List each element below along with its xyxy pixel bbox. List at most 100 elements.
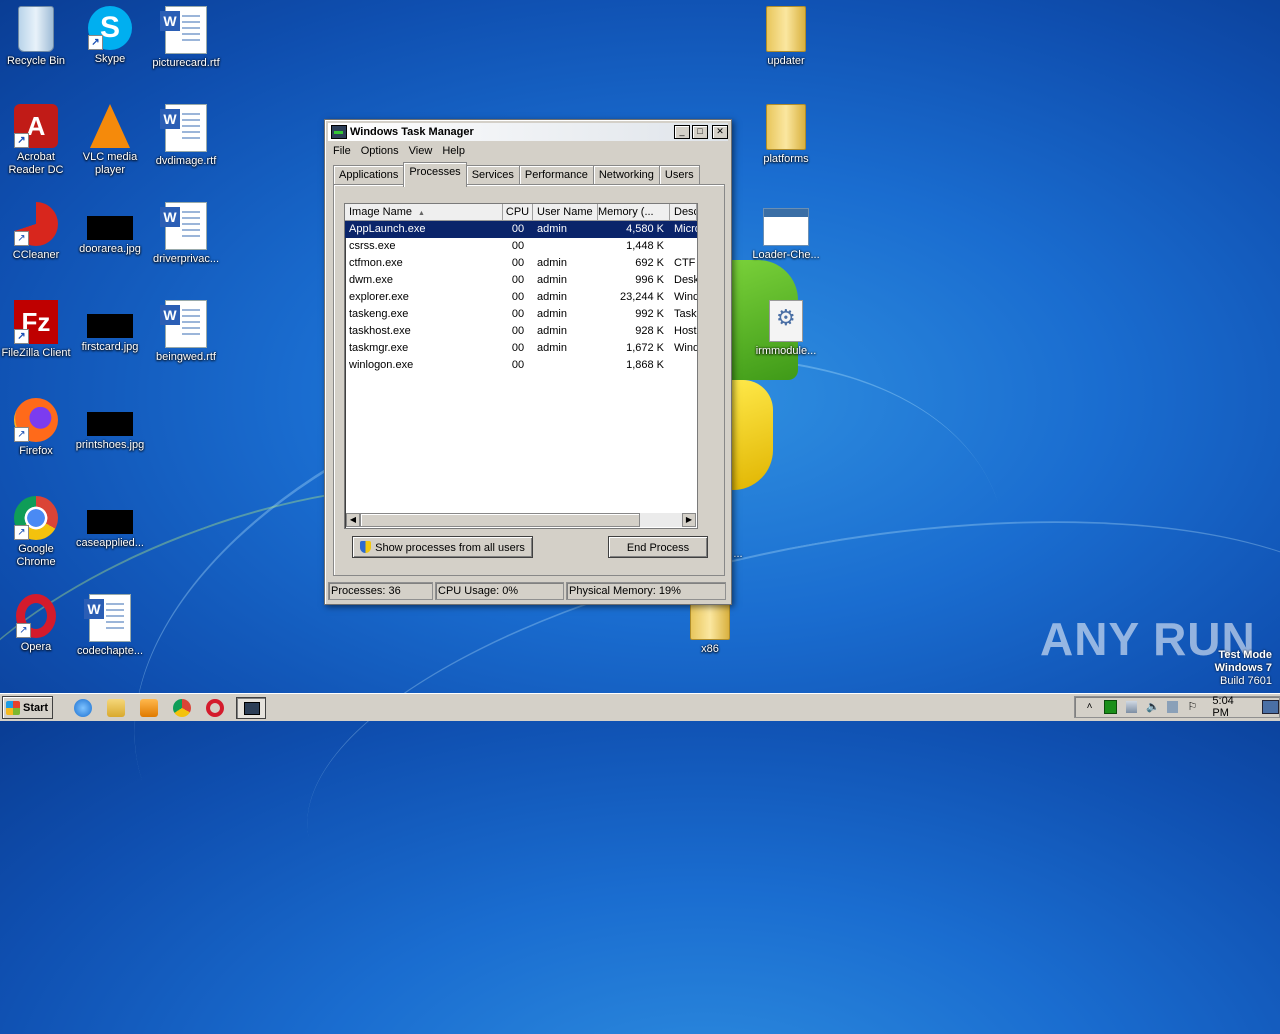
show-desktop-icon[interactable] [1262, 700, 1279, 714]
process-description: Task [674, 308, 697, 320]
desktop-icon-skype[interactable]: S ↗ Skype [72, 6, 148, 66]
desktop-icon-loader[interactable]: Loader-Che... [748, 202, 824, 262]
process-cpu: 00 [511, 274, 525, 286]
chrome-icon[interactable] [173, 698, 192, 717]
show-hidden-icons-icon[interactable]: ˄ [1084, 701, 1095, 713]
close-button[interactable]: ✕ [712, 125, 728, 139]
process-memory: 4,580 K [626, 223, 664, 235]
desktop-icon-ccleaner[interactable]: ↗ CCleaner [0, 202, 74, 262]
scroll-left-icon[interactable]: ◀ [346, 513, 360, 527]
process-row[interactable]: explorer.exe 00 admin 23,244 K Wind [345, 289, 697, 306]
process-description: Host [674, 325, 697, 337]
process-cpu: 00 [511, 257, 525, 269]
scroll-thumb[interactable] [360, 513, 640, 527]
desktop-icon-acrobat[interactable]: A ↗ Acrobat Reader DC [0, 104, 74, 177]
process-description [670, 357, 697, 374]
desktop-icon-opera[interactable]: ↗ Opera [0, 594, 74, 654]
desktop-icon-beingwed[interactable]: beingwed.rtf [148, 300, 224, 364]
horizontal-scrollbar[interactable]: ◀ ▶ [346, 513, 696, 527]
process-name: ctfmon.exe [349, 257, 403, 269]
process-cpu: 00 [511, 240, 525, 252]
tab-applications[interactable]: Applications [333, 165, 405, 186]
process-name: taskmgr.exe [349, 342, 409, 354]
desktop-icon-filezilla[interactable]: Fz ↗ FileZilla Client [0, 300, 74, 360]
minimize-button[interactable]: _ [674, 125, 690, 139]
desktop-icon-caseapplied[interactable]: caseapplied... [72, 496, 148, 550]
start-button[interactable]: Start [2, 696, 54, 719]
title-bar[interactable]: Windows Task Manager _ □ ✕ [328, 123, 728, 141]
opera-icon[interactable] [206, 698, 225, 717]
desktop-icon-codechapte[interactable]: codechapte... [72, 594, 148, 658]
menu-options[interactable]: Options [357, 144, 405, 158]
desktop-icon-printshoes[interactable]: printshoes.jpg [72, 398, 148, 452]
process-row[interactable]: taskhost.exe 00 admin 928 K Host [345, 323, 697, 340]
desktop-icon-recycle-bin[interactable]: Recycle Bin [0, 6, 74, 68]
flag-icon[interactable]: ⚐ [1187, 701, 1198, 713]
tab-users[interactable]: Users [658, 165, 700, 186]
desktop-icon-vlc[interactable]: VLC media player [72, 104, 148, 177]
media-player-icon[interactable] [140, 698, 159, 717]
network-icon[interactable] [1126, 701, 1138, 713]
process-user: admin [537, 291, 567, 303]
desktop-icon-firstcard[interactable]: firstcard.jpg [72, 300, 148, 354]
process-user [533, 357, 598, 374]
task-manager-window[interactable]: Windows Task Manager _ □ ✕ File Options … [324, 119, 732, 605]
desktop-icon-chrome[interactable]: ↗ Google Chrome [0, 496, 74, 569]
process-row[interactable]: ctfmon.exe 00 admin 692 K CTF I [345, 255, 697, 272]
process-row[interactable]: csrss.exe 00 1,448 K [345, 238, 697, 255]
opera-icon: ↗ [16, 594, 56, 638]
desktop-icon-dvdimage[interactable]: dvdimage.rtf [148, 104, 224, 168]
sort-ascending-icon: ▲ [417, 210, 425, 217]
system-tray: ˄ 🔈 ⚐ 5:04 PM [1074, 695, 1280, 719]
menu-help[interactable]: Help [438, 144, 471, 158]
process-user: admin [537, 223, 567, 235]
menu-view[interactable]: View [405, 144, 439, 158]
taskbar-task-manager-button[interactable] [236, 696, 267, 719]
show-all-users-button[interactable]: Show processes from all users [352, 536, 533, 558]
explorer-folder-icon[interactable] [107, 698, 126, 717]
clock[interactable]: 5:04 PM [1212, 695, 1250, 719]
tab-services[interactable]: Services [465, 165, 520, 186]
tab-networking[interactable]: Networking [592, 165, 660, 186]
process-row[interactable]: winlogon.exe 00 1,868 K [345, 357, 697, 374]
process-row[interactable]: AppLaunch.exe 00 admin 4,580 K Micro [345, 221, 697, 238]
process-row[interactable]: taskmgr.exe 00 admin 1,672 K Wind [345, 340, 697, 357]
column-memory[interactable]: Memory (... [598, 204, 670, 220]
process-row[interactable]: dwm.exe 00 admin 996 K Desk [345, 272, 697, 289]
internet-explorer-icon[interactable] [74, 698, 93, 717]
maximize-button[interactable]: □ [692, 125, 708, 139]
desktop-icon-picturecard[interactable]: picturecard.rtf [148, 6, 224, 70]
column-image-name[interactable]: Image Name ▲ [345, 204, 503, 220]
desktop-icon-firefox[interactable]: ↗ Firefox [0, 398, 74, 458]
process-list[interactable]: Image Name ▲ CPU User Name Memory (... De… [344, 203, 698, 529]
recycle-bin-icon [18, 6, 54, 52]
status-bar: Processes: 36 CPU Usage: 0% Physical Mem… [328, 582, 728, 600]
tray-app-icon[interactable] [1104, 700, 1118, 714]
menu-file[interactable]: File [329, 144, 357, 158]
tab-processes[interactable]: Processes [403, 162, 467, 187]
process-row[interactable]: taskeng.exe 00 admin 992 K Task [345, 306, 697, 323]
folder-icon [766, 6, 806, 52]
process-cpu: 00 [511, 308, 525, 320]
status-memory: Physical Memory: 19% [566, 582, 726, 600]
image-file-icon [87, 314, 133, 338]
end-process-button[interactable]: End Process [608, 536, 708, 558]
column-description[interactable]: Desc [670, 204, 697, 220]
column-user-name[interactable]: User Name [533, 204, 598, 220]
process-description: Micro [674, 223, 697, 235]
process-memory: 1,868 K [626, 359, 664, 371]
desktop-icon-irmmodule[interactable]: irmmodule... [748, 300, 824, 358]
volume-icon[interactable]: 🔈 [1146, 701, 1160, 713]
scroll-right-icon[interactable]: ▶ [682, 513, 696, 527]
column-cpu[interactable]: CPU [503, 204, 533, 220]
windows-logo-icon [6, 700, 20, 715]
desktop-icon-platforms[interactable]: platforms [748, 104, 824, 166]
desktop-icon-driverprivac[interactable]: driverprivac... [148, 202, 224, 266]
filezilla-icon: Fz ↗ [14, 300, 58, 344]
desktop-icon-updater[interactable]: updater [748, 6, 824, 68]
image-file-icon [87, 510, 133, 534]
action-center-icon[interactable] [1167, 701, 1179, 713]
process-name: csrss.exe [349, 240, 396, 252]
desktop-icon-doorarea[interactable]: doorarea.jpg [72, 202, 148, 256]
tab-performance[interactable]: Performance [518, 165, 594, 186]
